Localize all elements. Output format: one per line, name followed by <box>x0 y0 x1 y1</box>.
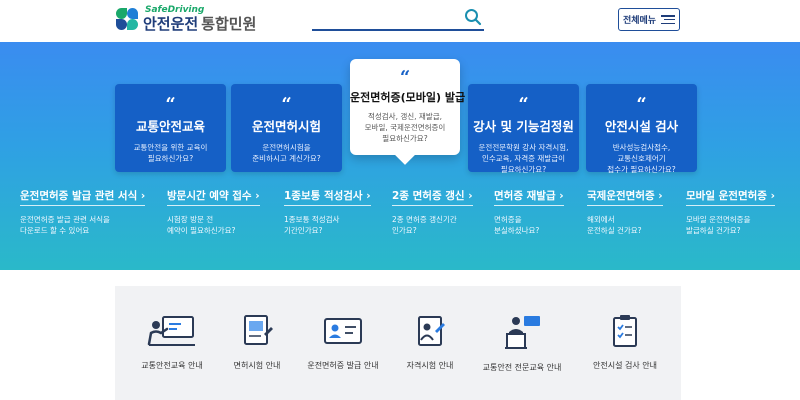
link-international-license[interactable]: 국제운전면허증 › 해외에서 운전하실 건가요? <box>587 184 663 236</box>
card-title: 교통안전교육 <box>135 119 205 134</box>
license-card-icon <box>324 318 362 344</box>
link-visit-reservation[interactable]: 방문시간 예약 접수 › 시험장 방문 전 예약이 필요하신가요? <box>167 184 260 236</box>
lecture-podium-icon <box>505 316 540 349</box>
link-license-reissue[interactable]: 면허증 재발급 › 면허증을 분실하셨나요? <box>494 184 564 236</box>
link-title: 방문시간 예약 접수 › <box>167 188 260 206</box>
search-bar <box>312 7 484 31</box>
link-desc: 1종보통 적성검사 기간인가요? <box>284 215 340 235</box>
card-desc: 운전전문학원 강사 자격시험, 인수교육, 자격증 재발급이 필요하신가요? <box>478 143 569 174</box>
link-title: 면허증 재발급 › <box>494 188 564 206</box>
link-desc: 운전면허증 발급 관련 서식을 다운로드 할 수 있어요 <box>20 215 110 235</box>
link-class2-renewal[interactable]: 2종 면허증 갱신 › 2종 면허증 갱신기간 인가요? <box>392 184 473 236</box>
service-safety-facility-inspection[interactable]: 안전시설 검사 안내 <box>585 314 665 371</box>
header: SafeDriving 안전운전 통합민원 전체메뉴 <box>0 0 800 42</box>
link-title: 1종보통 적성검사 › <box>284 188 371 206</box>
card-title: 운전면허증(모바일) 발급 <box>350 91 466 104</box>
logo-title: 안전운전 통합민원 <box>143 15 257 33</box>
link-desc: 해외에서 운전하실 건가요? <box>587 215 642 235</box>
link-class1-aptitude-test[interactable]: 1종보통 적성검사 › 1종보통 적성검사 기간인가요? <box>284 184 371 236</box>
logo[interactable]: SafeDriving 안전운전 통합민원 <box>115 6 256 32</box>
chevron-right-icon: › <box>468 190 473 202</box>
link-title: 2종 면허증 갱신 › <box>392 188 473 206</box>
qualification-doc-icon <box>418 316 445 346</box>
search-input[interactable] <box>312 9 452 29</box>
link-license-forms[interactable]: 운전면허증 발급 관련 서식 › 운전면허증 발급 관련 서식을 다운로드 할 … <box>20 184 146 236</box>
link-title: 운전면허증 발급 관련 서식 › <box>20 188 146 206</box>
quote-icon: “ <box>165 94 176 115</box>
card-desc: 교통안전을 위한 교육이 필요하신가요? <box>133 143 208 163</box>
service-label: 교통안전교육 안내 <box>141 361 203 370</box>
service-qualification-exam[interactable]: 자격시험 안내 <box>399 314 461 371</box>
service-traffic-education[interactable]: 교통안전교육 안내 <box>137 314 207 371</box>
service-traffic-professional-education[interactable]: 교통안전 전문교육 안내 <box>477 314 567 373</box>
card-safety-facility-inspection[interactable]: “ 안전시설 검사 반사성능검사접수, 교통신호제어기 접수가 필요하신가요? <box>586 84 697 174</box>
chevron-right-icon: › <box>559 190 564 202</box>
quote-icon: “ <box>636 94 647 115</box>
service-label: 자격시험 안내 <box>406 361 454 370</box>
card-pointer <box>395 145 415 165</box>
service-guide-panel: 교통안전교육 안내 면허시험 안내 운전면허증 발급 안내 자격시험 안내 교통… <box>115 286 681 400</box>
quote-icon: “ <box>518 94 529 115</box>
hamburger-icon <box>661 15 676 24</box>
chevron-right-icon: › <box>770 190 775 202</box>
link-mobile-license[interactable]: 모바일 운전면허증 › 모바일 운전면허증을 발급하실 건가요? <box>686 184 775 236</box>
all-menu-label: 전체메뉴 <box>622 16 657 26</box>
service-label: 면허시험 안내 <box>233 361 281 370</box>
card-desc: 반사성능검사접수, 교통신호제어기 접수가 필요하신가요? <box>607 143 676 174</box>
link-desc: 면허증을 분실하셨나요? <box>494 215 540 235</box>
chevron-right-icon: › <box>140 190 146 202</box>
card-license-issue[interactable]: “ 운전면허증(모바일) 발급 적성검사, 갱신, 재발급, 모바일, 국제운전… <box>350 59 466 165</box>
card-desc: 적성검사, 갱신, 재발급, 모바일, 국제운전면허증이 필요하신가요? <box>364 112 446 143</box>
license-exam-icon <box>244 315 273 345</box>
link-title: 모바일 운전면허증 › <box>686 188 775 206</box>
card-desc: 운전면허시험을 준비하시고 계신가요? <box>252 143 321 163</box>
classroom-icon <box>147 316 195 346</box>
all-menu-button[interactable]: 전체메뉴 <box>618 8 680 31</box>
service-label: 운전면허증 발급 안내 <box>307 361 379 370</box>
chevron-right-icon: › <box>255 190 260 202</box>
card-title: 안전시설 검사 <box>604 119 679 134</box>
card-title: 강사 및 기능검정원 <box>473 119 574 134</box>
link-desc: 시험장 방문 전 예약이 필요하신가요? <box>167 215 236 235</box>
search-icon[interactable] <box>464 8 482 26</box>
quote-icon: “ <box>399 67 411 88</box>
card-traffic-safety-education[interactable]: “ 교통안전교육 교통안전을 위한 교육이 필요하신가요? <box>115 84 226 172</box>
chevron-right-icon: › <box>658 190 663 202</box>
service-license-issue[interactable]: 운전면허증 발급 안내 <box>305 314 381 371</box>
quote-icon: “ <box>281 94 292 115</box>
clover-logo-icon <box>115 7 139 31</box>
service-license-exam[interactable]: 면허시험 안내 <box>227 314 287 371</box>
card-license-exam[interactable]: “ 운전면허시험 운전면허시험을 준비하시고 계신가요? <box>231 84 342 172</box>
link-desc: 모바일 운전면허증을 발급하실 건가요? <box>686 215 751 235</box>
chevron-right-icon: › <box>366 190 371 202</box>
service-label: 교통안전 전문교육 안내 <box>482 363 562 372</box>
card-instructor-examiner[interactable]: “ 강사 및 기능검정원 운전전문학원 강사 자격시험, 인수교육, 자격증 재… <box>468 84 579 174</box>
checklist-clipboard-icon <box>613 315 637 347</box>
link-title: 국제운전면허증 › <box>587 188 663 206</box>
card-title: 운전면허시험 <box>251 119 321 134</box>
service-label: 안전시설 검사 안내 <box>593 361 657 370</box>
logo-english: SafeDriving <box>145 5 205 15</box>
link-desc: 2종 면허증 갱신기간 인가요? <box>392 215 457 235</box>
